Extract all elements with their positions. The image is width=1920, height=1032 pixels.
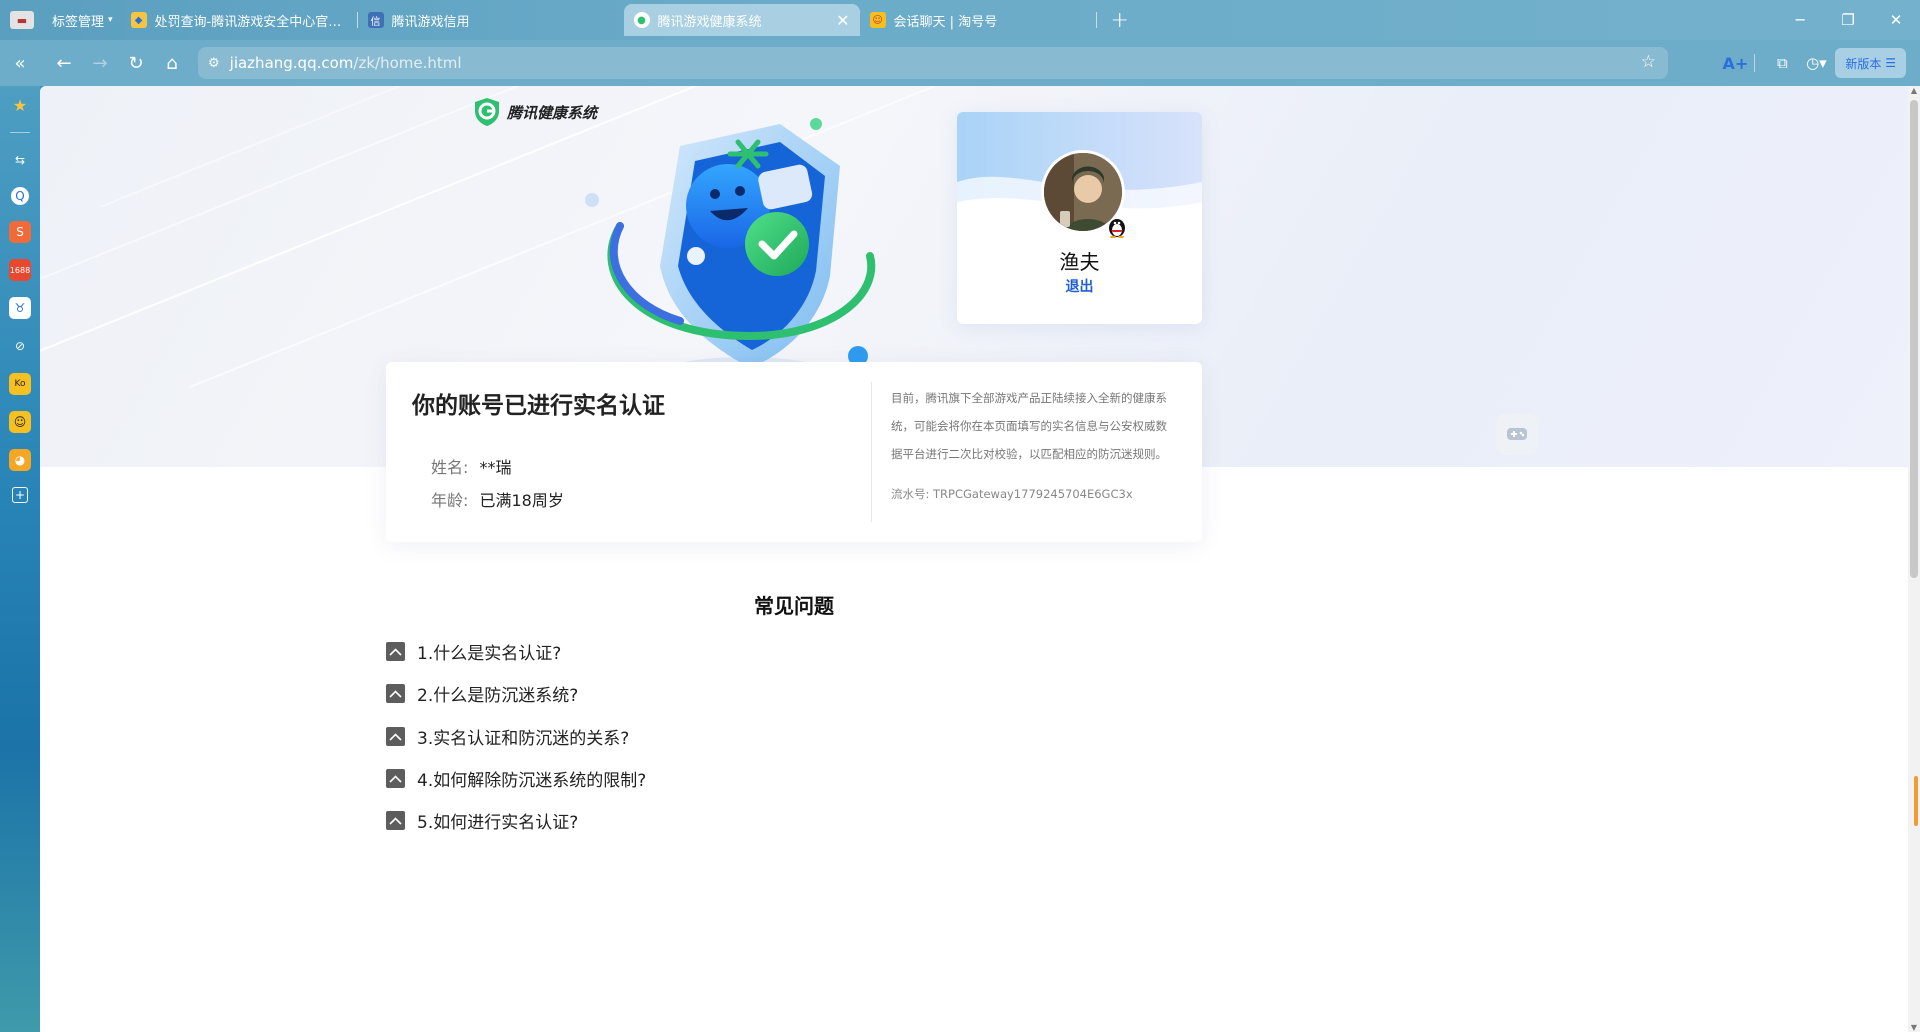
scroll-down-icon[interactable]: ▼ (1908, 1023, 1920, 1032)
new-version-label: 新版本 (1845, 56, 1882, 71)
weibo-icon[interactable]: S (9, 221, 31, 243)
health-system-notice: 目前，腾讯旗下全部游戏产品正陆续接入全新的健康系统，可能会将你在本页面填写的实名… (891, 391, 1167, 461)
home-icon[interactable]: ⌂ (154, 45, 190, 81)
faq-question: 1.什么是实名认证? (417, 644, 562, 664)
toolbar: « ← → ↻ ⌂ ⚙ jiazhang.qq.com/zk/home.html… (0, 40, 1920, 86)
logout-link[interactable]: 退出 (957, 276, 1202, 296)
tab-title: 腾讯游戏健康系统 (657, 14, 762, 30)
logo-shield-icon (475, 98, 499, 126)
chevron-up-icon[interactable] (386, 769, 405, 788)
tab-penalty-query[interactable]: ◆ 处罚查询-腾讯游戏安全中心官网-腾讯游戏 (121, 4, 357, 36)
toolbar-separator (1754, 54, 1756, 72)
url-path: /zk/home.html (353, 54, 462, 72)
history-icon[interactable]: ◷▾ (1801, 48, 1831, 78)
health-system-logo: 腾讯健康系统 (473, 97, 597, 127)
shield-illustration (585, 118, 876, 385)
close-window-icon[interactable]: ✕ (1872, 0, 1920, 40)
faq-item[interactable]: 3.实名认证和防沉迷的关系? (386, 724, 629, 749)
toolbar-right: A+ ⧉ ◷▾ 新版本 ☰ (1720, 40, 1920, 86)
browser-sidebar: ★ ⇆ Q S 1688 ♉ ⊘ Ko ☺ ◕ + (0, 86, 40, 1032)
tab-title: 会话聊天 | 淘号号 (893, 14, 998, 30)
chevron-up-icon[interactable] (386, 727, 405, 746)
name-value: **瑞 (479, 458, 512, 477)
serial-number: 流水号: TRPCGateway1779245704E6GC3x (891, 487, 1133, 501)
favorites-star-icon[interactable]: ★ (9, 94, 31, 116)
faq-question: 4.如何解除防沉迷系统的限制? (417, 771, 647, 791)
restore-icon[interactable]: ❐ (1824, 0, 1872, 40)
faq-question: 5.如何进行实名认证? (417, 813, 579, 833)
add-app-icon[interactable]: + (12, 487, 28, 503)
age-label: 年龄: (431, 491, 469, 510)
card-divider (871, 382, 872, 522)
bookmark-manager-label: 标签管理 (52, 14, 105, 30)
scroll-progress-indicator (1914, 776, 1918, 826)
minimize-icon[interactable]: ─ (1776, 0, 1824, 40)
back-icon[interactable]: ← (46, 45, 82, 81)
bookmark-manager-button[interactable]: 标签管理 ▾ (44, 11, 121, 30)
site-info-icon[interactable]: ⚙ (208, 56, 220, 71)
age-row: 年龄: 已满18周岁 (431, 487, 564, 511)
faq-question: 2.什么是防沉迷系统? (417, 686, 579, 706)
new-version-button[interactable]: 新版本 ☰ (1835, 48, 1906, 78)
chevron-up-icon[interactable] (386, 811, 405, 830)
tab-health-system[interactable]: ● 腾讯游戏健康系统 ✕ (623, 4, 860, 36)
collapse-sidebar-icon[interactable]: « (2, 45, 38, 81)
window-controls: ─ ❐ ✕ (1776, 0, 1920, 40)
address-bar[interactable]: ⚙ jiazhang.qq.com/zk/home.html ☆ (198, 47, 1668, 79)
sidebar-divider (10, 132, 30, 133)
page-scrollbar[interactable]: ▲ ▼ (1908, 86, 1920, 1032)
name-row: 姓名: **瑞 (431, 454, 512, 478)
close-tab-icon[interactable]: ✕ (836, 11, 849, 30)
faq-question: 3.实名认证和防沉迷的关系? (417, 729, 630, 749)
pet-icon[interactable]: ◕ (9, 449, 31, 471)
dropdown-caret-icon: ▾ (108, 15, 113, 25)
new-tab-button[interactable]: + (1103, 8, 1137, 33)
qq-penguin-icon (1109, 219, 1125, 238)
chevron-up-icon[interactable] (386, 642, 405, 661)
tab-separator (1095, 12, 1097, 28)
page-viewport: 腾讯健康系统 渔夫 退出 你的账号已进行实名认证 姓名: **瑞 年龄: 已满1… (40, 86, 1920, 1032)
faq-item[interactable]: 5.如何进行实名认证? (386, 808, 578, 833)
extensions-icon[interactable]: ⧉ (1767, 48, 1797, 78)
medal-icon[interactable]: ♉ (9, 297, 31, 319)
switch-icon[interactable]: ⇆ (9, 149, 31, 171)
name-label: 姓名: (431, 458, 469, 477)
qq-search-icon[interactable]: Q (11, 187, 29, 205)
taohaohao-favicon-icon: ☺ (869, 12, 886, 28)
game-credit-favicon-icon: 信 (367, 12, 384, 28)
tab-strip: ▬ 标签管理 ▾ ◆ 处罚查询-腾讯游戏安全中心官网-腾讯游戏 信 腾讯游戏信用… (0, 0, 1920, 40)
mascot-icon[interactable]: ☺ (9, 411, 31, 433)
game-icon[interactable]: Ko (9, 373, 31, 395)
chevron-up-icon[interactable] (386, 684, 405, 703)
ai-assistant-button[interactable]: A+ (1720, 48, 1750, 78)
floating-gamepad-button[interactable] (1496, 413, 1538, 455)
browser-menu-button[interactable]: ▬ (10, 11, 34, 29)
user-name: 渔夫 (1059, 250, 1100, 274)
scrollbar-thumb[interactable] (1910, 100, 1918, 578)
gamepad-icon (1507, 428, 1527, 440)
tencent-game-security-favicon-icon: ◆ (130, 12, 147, 28)
faq-item[interactable]: 4.如何解除防沉迷系统的限制? (386, 766, 646, 791)
url-host: jiazhang.qq.com (229, 54, 354, 72)
reload-icon[interactable]: ↻ (118, 45, 154, 81)
forward-icon[interactable]: → (82, 45, 118, 81)
tab-chat[interactable]: ☺ 会话聊天 | 淘号号 (860, 4, 1096, 36)
health-system-favicon-icon: ● (633, 12, 650, 28)
faq-item[interactable]: 2.什么是防沉迷系统? (386, 681, 578, 706)
verification-title: 你的账号已进行实名认证 (412, 393, 665, 419)
tab-title: 腾讯游戏信用 (391, 14, 470, 30)
planet-icon[interactable]: ⊘ (9, 335, 31, 357)
news-1688-icon[interactable]: 1688 (9, 259, 31, 281)
faq-title: 常见问题 (754, 594, 834, 618)
user-profile-card: 渔夫 退出 (957, 112, 1202, 324)
tab-game-credit[interactable]: 信 腾讯游戏信用 (358, 4, 594, 36)
age-value: 已满18周岁 (479, 491, 564, 510)
scroll-up-icon[interactable]: ▲ (1908, 86, 1920, 95)
verification-card: 你的账号已进行实名认证 姓名: **瑞 年龄: 已满18周岁 目前，腾讯旗下全部… (386, 362, 1202, 542)
bookmark-star-icon[interactable]: ☆ (1641, 52, 1656, 72)
faq-item[interactable]: 1.什么是实名认证? (386, 639, 561, 664)
tab-title: 处罚查询-腾讯游戏安全中心官网-腾讯游戏 (154, 14, 347, 30)
